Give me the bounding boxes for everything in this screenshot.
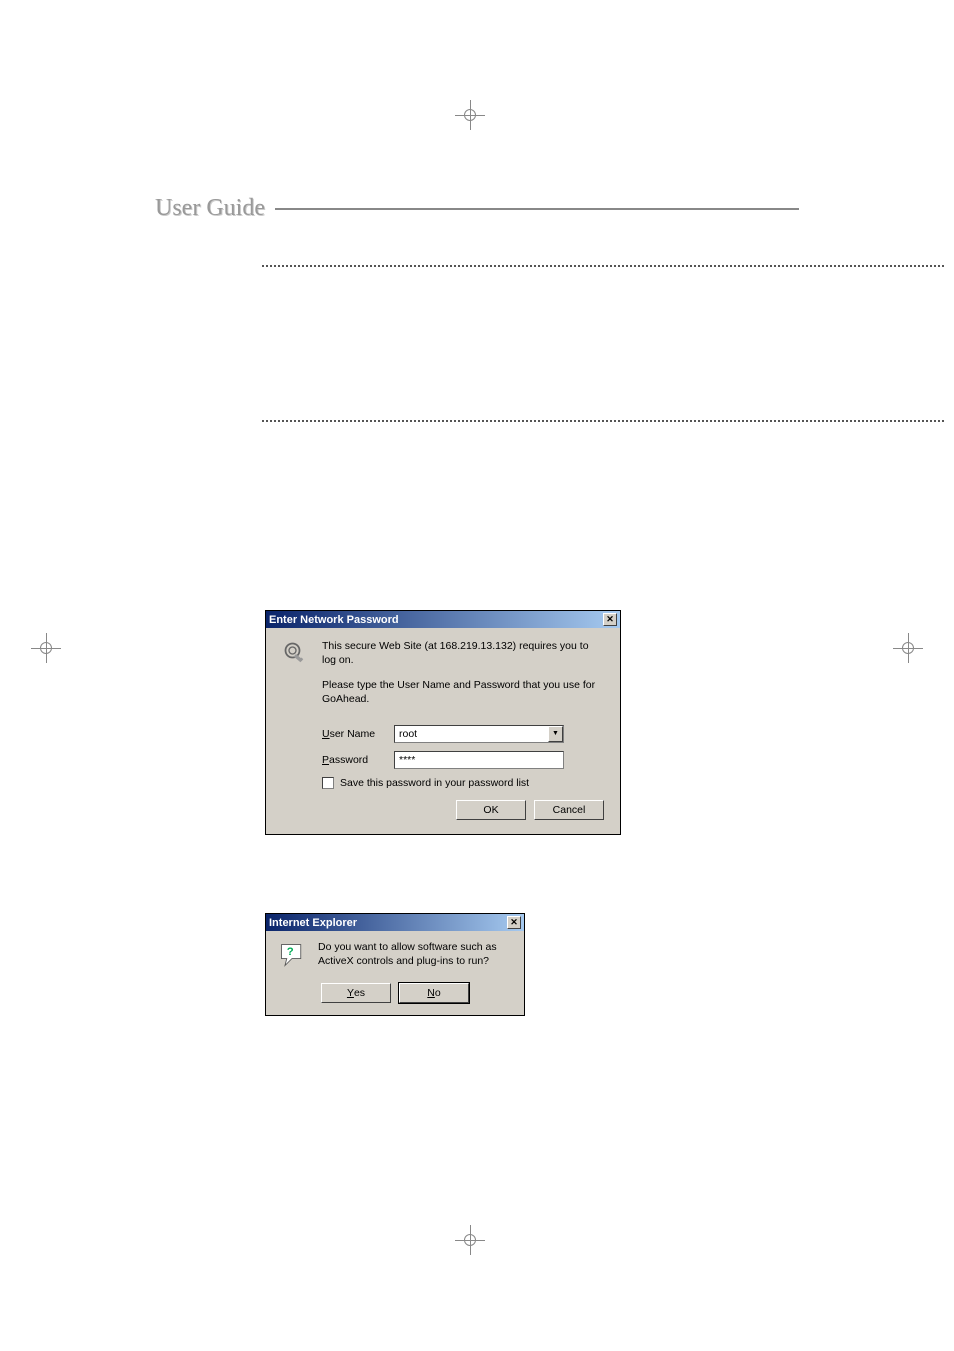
page-header-row: User Guide [155,195,799,222]
dialog2-titlebar: Internet Explorer ✕ [266,914,524,931]
ok-button[interactable]: OK [456,800,526,820]
password-value: **** [399,754,415,766]
dialog1-message: This secure Web Site (at 168.219.13.132)… [322,640,604,719]
yes-button[interactable]: Yes [321,983,391,1003]
registration-mark-left [36,638,56,658]
dialog1-titlebar: Enter Network Password ✕ [266,611,620,628]
internet-explorer-dialog: Internet Explorer ✕ ? Do you want to all… [265,913,525,1016]
no-button[interactable]: No [399,983,469,1003]
close-icon: ✕ [606,615,614,624]
close-button[interactable]: ✕ [603,613,617,626]
dialog1-title: Enter Network Password [269,614,603,626]
username-combobox[interactable]: root ▼ [394,725,564,743]
registration-mark-top [460,105,480,125]
dialog1-body: This secure Web Site (at 168.219.13.132)… [266,628,620,834]
close-icon: ✕ [510,918,518,927]
enter-network-password-dialog: Enter Network Password ✕ This secure Web… [265,610,621,835]
dialog2-message: Do you want to allow software such as Ac… [318,941,512,968]
close-button[interactable]: ✕ [507,916,521,929]
header-rule [275,208,799,210]
key-ring-icon [282,640,310,668]
password-label: Password [322,754,384,766]
dropdown-button[interactable]: ▼ [548,726,563,742]
dialog1-line2: Please type the User Name and Password t… [322,679,604,706]
dotted-line-1 [262,265,944,267]
dialog2-title: Internet Explorer [269,917,507,929]
chevron-down-icon: ▼ [552,730,559,737]
username-label: User Name [322,728,384,740]
registration-mark-right [898,638,918,658]
username-value: root [395,728,548,740]
dotted-line-2 [262,420,944,422]
save-password-checkbox[interactable] [322,777,334,789]
page-title: User Guide [155,195,265,222]
cancel-button[interactable]: Cancel [534,800,604,820]
question-icon: ? [278,941,306,969]
password-input[interactable]: **** [394,751,564,769]
dialog2-body: ? Do you want to allow software such as … [266,931,524,1015]
dialog1-line1: This secure Web Site (at 168.219.13.132)… [322,640,604,667]
registration-mark-bottom [460,1230,480,1250]
save-password-label: Save this password in your password list [340,777,529,791]
svg-text:?: ? [287,946,294,958]
